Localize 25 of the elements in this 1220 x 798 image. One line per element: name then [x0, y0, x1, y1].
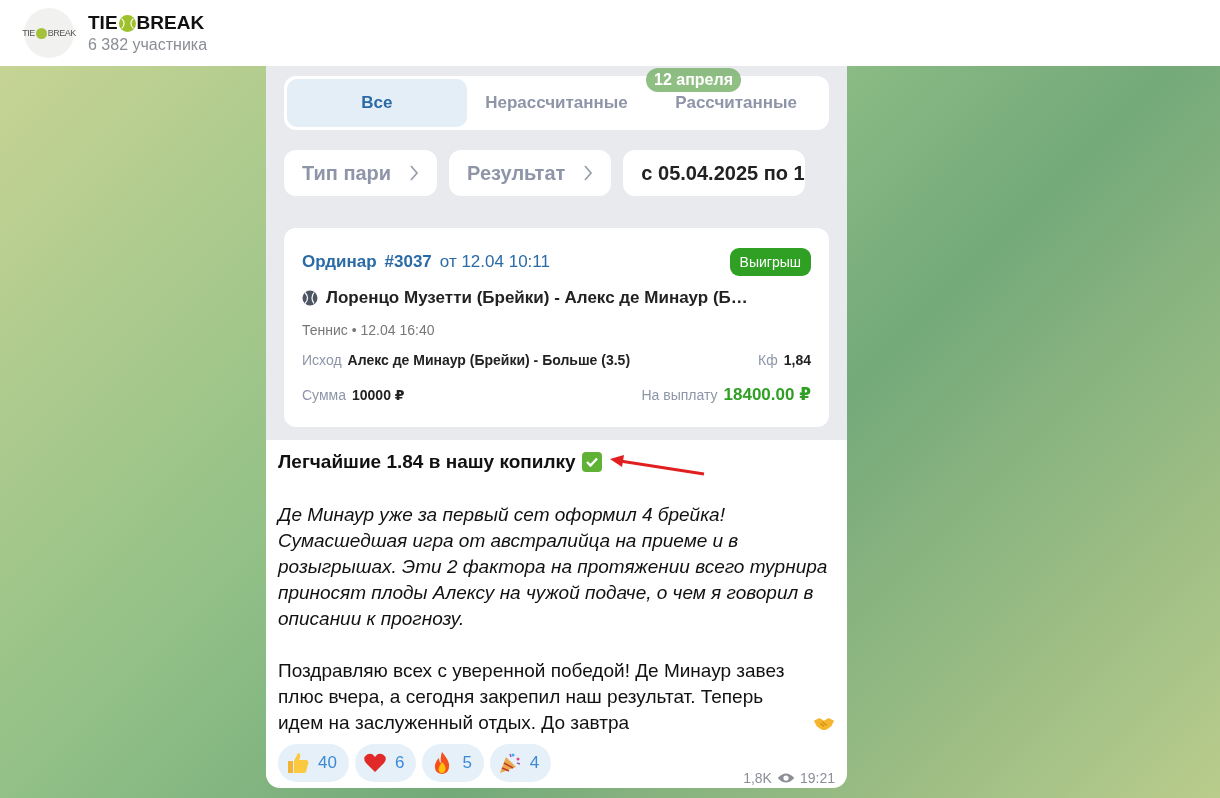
channel-title: BREAK — [136, 12, 205, 34]
message-headline: Легчайшие 1.84 в нашу копилку — [278, 450, 576, 474]
message-paragraph: Поздравляю всех с уверенной победой! Де Минаур завез плюс вчера, а сегодня закрепил наш результат. Теперь идем на заслуженный отдых. До завтра — [278, 659, 786, 735]
avatar-logo-text: TIE — [22, 28, 35, 38]
odds-value: 1,84 — [783, 352, 811, 368]
date-toast: 12 апреля — [646, 68, 741, 92]
message-paragraph: Де Минаур уже за первый сет оформил 4 брейка! Сумасшедшая игра от австралийца на приеме и в розыгрышах. Эти 2 фактора на протяжении всего турнира приносят плоды Алексу на чужой подаче, о чем я говорил в описании к прогнозу. — [278, 503, 829, 631]
amount-value: 10000 ₽ — [352, 387, 405, 403]
avatar-logo-text: BREAK — [47, 28, 76, 38]
odds-label: Кф — [758, 352, 778, 368]
member-count: 6 382 участника — [88, 36, 208, 54]
status-badge: Выигрыш — [729, 248, 811, 276]
bet-date: от 12.04 10:11 — [439, 252, 551, 272]
bet-number: #3037 — [384, 252, 432, 272]
payout-value: 18400.00 ₽ — [723, 384, 811, 405]
event-name: Лоренцо Музетти (Брейки) - Алекс де Минаур (Б… — [326, 288, 748, 308]
bet-type: Ординар — [302, 252, 377, 272]
outcome-value: Алекс де Минаур (Брейки) - Больше (3.5) — [347, 352, 631, 368]
amount-label: Сумма — [302, 387, 346, 403]
sport-and-time: Теннис • 12.04 16:40 — [302, 322, 436, 338]
channel-title: TIE — [88, 12, 118, 34]
outcome-label: Исход — [302, 352, 342, 368]
payout-label: На выплату — [641, 387, 718, 403]
message-time: 19:21 — [799, 770, 835, 786]
view-count: 1,8K — [743, 770, 772, 786]
